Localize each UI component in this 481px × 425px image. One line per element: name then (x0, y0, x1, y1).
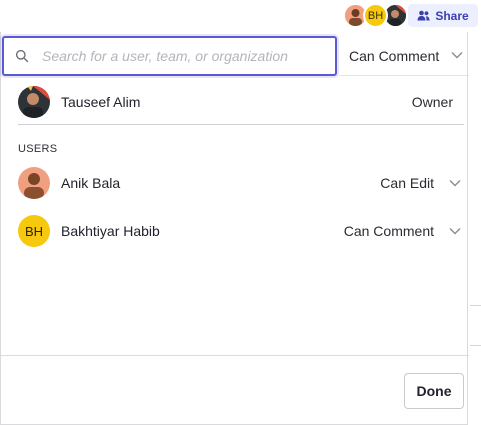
collaborator-avatars[interactable]: BH (343, 3, 413, 29)
avatar (18, 86, 50, 118)
owner-row: Tauseef Alim Owner (18, 86, 464, 118)
list-item: Anik Bala Can Edit (18, 167, 464, 199)
avatar: BH (363, 3, 388, 28)
share-button[interactable]: Share (408, 4, 478, 27)
divider (18, 124, 464, 125)
avatar (18, 167, 50, 199)
permission-select-value: Can Comment (349, 47, 440, 64)
footer-divider (1, 355, 469, 356)
background-edge (468, 32, 481, 425)
user-name: Anik Bala (61, 175, 121, 191)
done-button[interactable]: Done (404, 373, 464, 409)
search-field[interactable] (2, 36, 337, 76)
owner-role: Owner (411, 94, 453, 110)
search-row: Can Comment (1, 36, 469, 76)
role-select-value: Can Comment (343, 223, 434, 239)
chevron-down-icon (449, 228, 461, 235)
search-icon (15, 49, 29, 63)
share-dialog: Can Comment Tauseef Alim Owner (0, 32, 469, 425)
chevron-down-icon (451, 52, 463, 59)
divider (470, 305, 481, 306)
list-item: BH Bakhtiyar Habib Can Comment (18, 215, 464, 247)
permission-select[interactable]: Can Comment (339, 36, 469, 76)
owner-name: Tauseef Alim (61, 94, 141, 110)
avatar: BH (18, 215, 50, 247)
role-select-value: Can Edit (380, 175, 434, 191)
avatar-initials: BH (367, 9, 384, 22)
search-input[interactable] (42, 44, 327, 68)
users-heading: USERS (18, 143, 58, 155)
users-icon (417, 10, 430, 21)
share-button-label: Share (435, 8, 469, 23)
share-dialog-page: BH Share Can Comme (0, 0, 481, 425)
chevron-down-icon (449, 180, 461, 187)
user-name: Bakhtiyar Habib (61, 223, 160, 239)
avatar-initials: BH (24, 223, 44, 239)
divider (470, 345, 481, 346)
top-bar: BH Share (0, 0, 481, 32)
